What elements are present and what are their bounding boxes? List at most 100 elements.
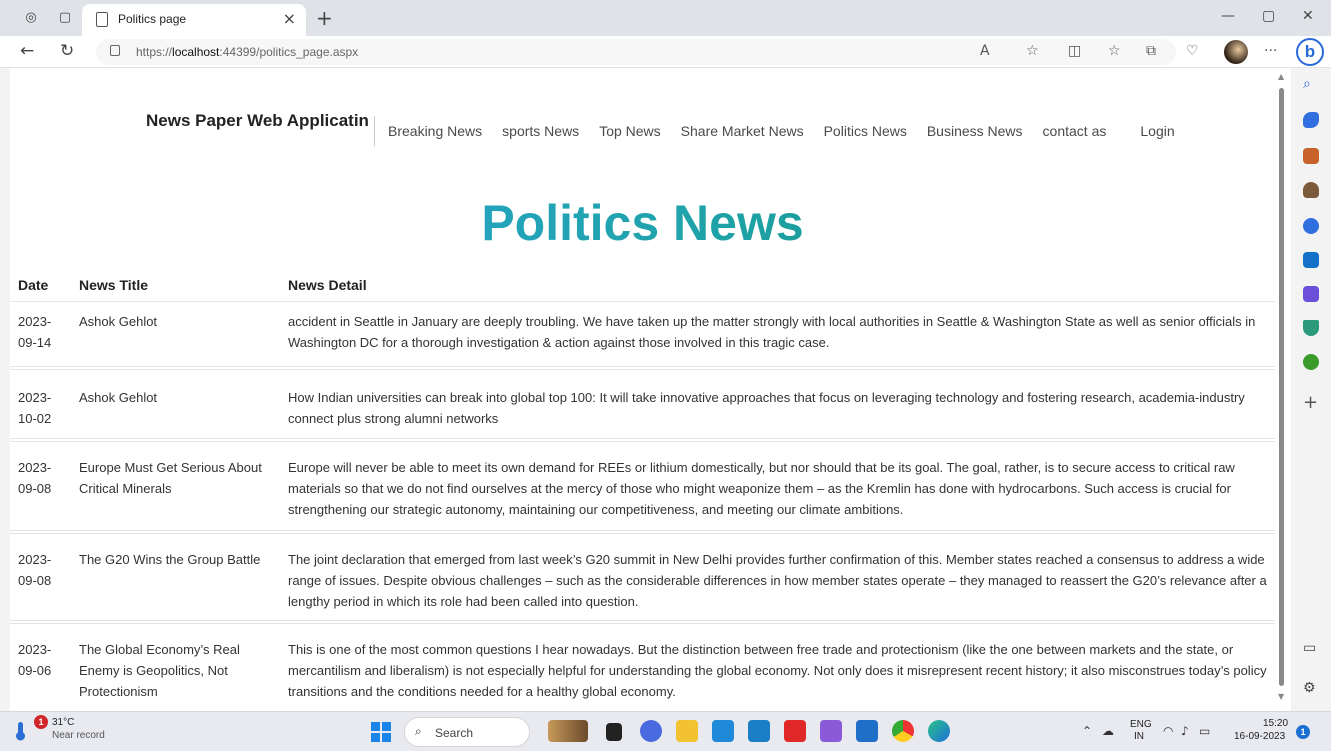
address-bar[interactable]: https://localhost:44399/politics_page.as… [96,39,1176,65]
hide-sidebar-icon[interactable]: ▭ [1303,640,1316,656]
nav-link-contact[interactable]: contact as [1043,123,1107,139]
page-icon [96,12,108,27]
tab-politics-page[interactable]: Politics page × [82,4,306,36]
vertical-tabs-icon[interactable]: ▢ [56,9,74,27]
cell-date: 2023-09-08 [18,552,52,588]
settings-gear-icon[interactable]: ⚙ [1303,680,1316,696]
task-view-icon[interactable] [606,723,622,741]
show-hidden-icons-icon[interactable]: ⌃ [1082,724,1092,738]
new-tab-icon[interactable]: + [316,6,333,30]
nav-link-top-news[interactable]: Top News [599,123,660,139]
windows-start-icon[interactable] [371,722,391,742]
word-icon[interactable] [856,720,878,742]
header-date: Date [18,277,49,293]
read-aloud-icon[interactable]: A [980,43,990,59]
onedrive-icon[interactable]: ☁ [1102,724,1114,738]
page-viewport: News Paper Web Applicatin Breaking News … [10,68,1291,711]
browser-titlebar: ◎ ▢ Politics page × + — ▢ ✕ [0,0,1331,36]
visual-studio-icon[interactable] [820,720,842,742]
taskbar-search[interactable]: ⌕ Search [404,717,530,747]
cell-date: 2023-10-02 [18,390,52,426]
wifi-icon[interactable]: ◠ [1163,724,1173,738]
minimize-icon[interactable]: — [1221,8,1235,24]
clock-date[interactable]: 16-09-2023 [1234,731,1285,742]
microsoft-365-icon[interactable] [1303,218,1319,234]
nav-divider [374,116,375,146]
cell-date: 2023-09-08 [18,460,52,496]
weather-description[interactable]: Near record [52,730,105,741]
add-sidebar-app-icon[interactable]: + [1303,392,1318,413]
thermometer-icon[interactable] [10,720,32,742]
site-brand[interactable]: News Paper Web Applicatin [146,111,369,131]
table-row: 2023-09-06 The Global Economy’s Real Ene… [10,624,1275,711]
search-icon[interactable]: ⌕ [1303,76,1319,92]
cell-date: 2023-09-14 [18,314,52,350]
cell-detail: The joint declaration that emerged from … [288,552,1267,609]
collections-icon[interactable]: ⧉ [1146,43,1156,59]
back-arrow-icon[interactable]: ← [20,41,34,61]
page-scrollbar[interactable]: ▲ ▼ [1276,72,1286,704]
widgets-icon[interactable] [548,720,588,742]
close-tab-icon[interactable]: × [283,9,296,28]
more-icon[interactable]: ··· [1264,43,1277,59]
weather-temperature[interactable]: 31°C [52,717,74,728]
language-region[interactable]: IN [1134,731,1144,742]
cell-detail: accident in Seattle in January are deepl… [288,314,1256,350]
scroll-down-icon[interactable]: ▼ [1278,692,1284,701]
cell-title: Ashok Gehlot [79,314,158,329]
windows-taskbar: 1 31°C Near record ⌕ Search ⌃ ☁ ENG IN ◠… [0,711,1331,751]
nav-link-sports-news[interactable]: sports News [502,123,579,139]
favorites-icon[interactable]: ☆ [1108,43,1121,59]
notification-badge[interactable]: 1 [1296,725,1310,739]
tab-title: Politics page [118,12,187,26]
games-icon[interactable] [1303,182,1319,198]
volume-icon[interactable]: ♪ [1181,724,1189,738]
clock-time[interactable]: 15:20 [1263,718,1288,729]
designer-icon[interactable] [1303,286,1319,302]
split-screen-icon[interactable]: ◫ [1068,43,1081,59]
cell-title: Ashok Gehlot [79,390,158,405]
page-title: Politics News [10,194,1275,252]
nav-link-breaking-news[interactable]: Breaking News [388,123,482,139]
language-indicator[interactable]: ENG [1130,719,1152,730]
nav-link-business-news[interactable]: Business News [927,123,1023,139]
site-nav: Breaking News sports News Top News Share… [388,123,1195,139]
weather-alert-badge: 1 [34,715,48,729]
store-icon[interactable] [712,720,734,742]
scroll-up-icon[interactable]: ▲ [1278,72,1284,81]
lock-icon[interactable] [110,45,120,56]
health-icon[interactable]: ♡ [1186,43,1199,59]
youtube-icon[interactable] [784,720,806,742]
tools-briefcase-icon[interactable] [1303,148,1319,164]
cell-detail: This is one of the most common questions… [288,642,1267,699]
profile-avatar[interactable] [1224,40,1248,64]
tree-icon[interactable] [1303,354,1319,370]
table-row: 2023-10-02 Ashok Gehlot How Indian unive… [10,370,1275,442]
chrome-icon[interactable] [892,720,914,742]
drop-icon[interactable] [1303,320,1319,336]
cell-title: The G20 Wins the Group Battle [79,552,261,567]
file-explorer-icon[interactable] [676,720,698,742]
cell-title: Europe Must Get Serious About Critical M… [79,460,262,496]
close-window-icon[interactable]: ✕ [1302,8,1314,24]
restore-icon[interactable]: ▢ [1262,8,1275,24]
shopping-tag-icon[interactable] [1303,112,1319,128]
refresh-icon[interactable]: ↻ [60,41,74,61]
chat-icon[interactable] [640,720,662,742]
edge-icon[interactable] [928,720,950,742]
nav-link-share-market-news[interactable]: Share Market News [681,123,804,139]
nav-link-login[interactable]: Login [1140,123,1174,139]
nav-link-politics-news[interactable]: Politics News [824,123,907,139]
url-text[interactable]: https://localhost:44399/politics_page.as… [136,45,358,59]
battery-icon[interactable]: ▭ [1199,724,1210,738]
tab-actions-icon[interactable]: ◎ [22,9,40,27]
bing-icon[interactable]: b [1296,38,1324,66]
table-row: 2023-09-08 The G20 Wins the Group Battle… [10,534,1275,624]
search-icon: ⌕ [415,724,422,738]
cell-title: The Global Economy’s Real Enemy is Geopo… [79,642,240,699]
scroll-thumb[interactable] [1279,88,1284,686]
outlook-icon[interactable] [1303,252,1319,268]
linkedin-icon[interactable] [748,720,770,742]
star-icon[interactable]: ☆ [1026,43,1039,59]
address-toolbar: ← ↻ https://localhost:44399/politics_pag… [0,36,1331,68]
